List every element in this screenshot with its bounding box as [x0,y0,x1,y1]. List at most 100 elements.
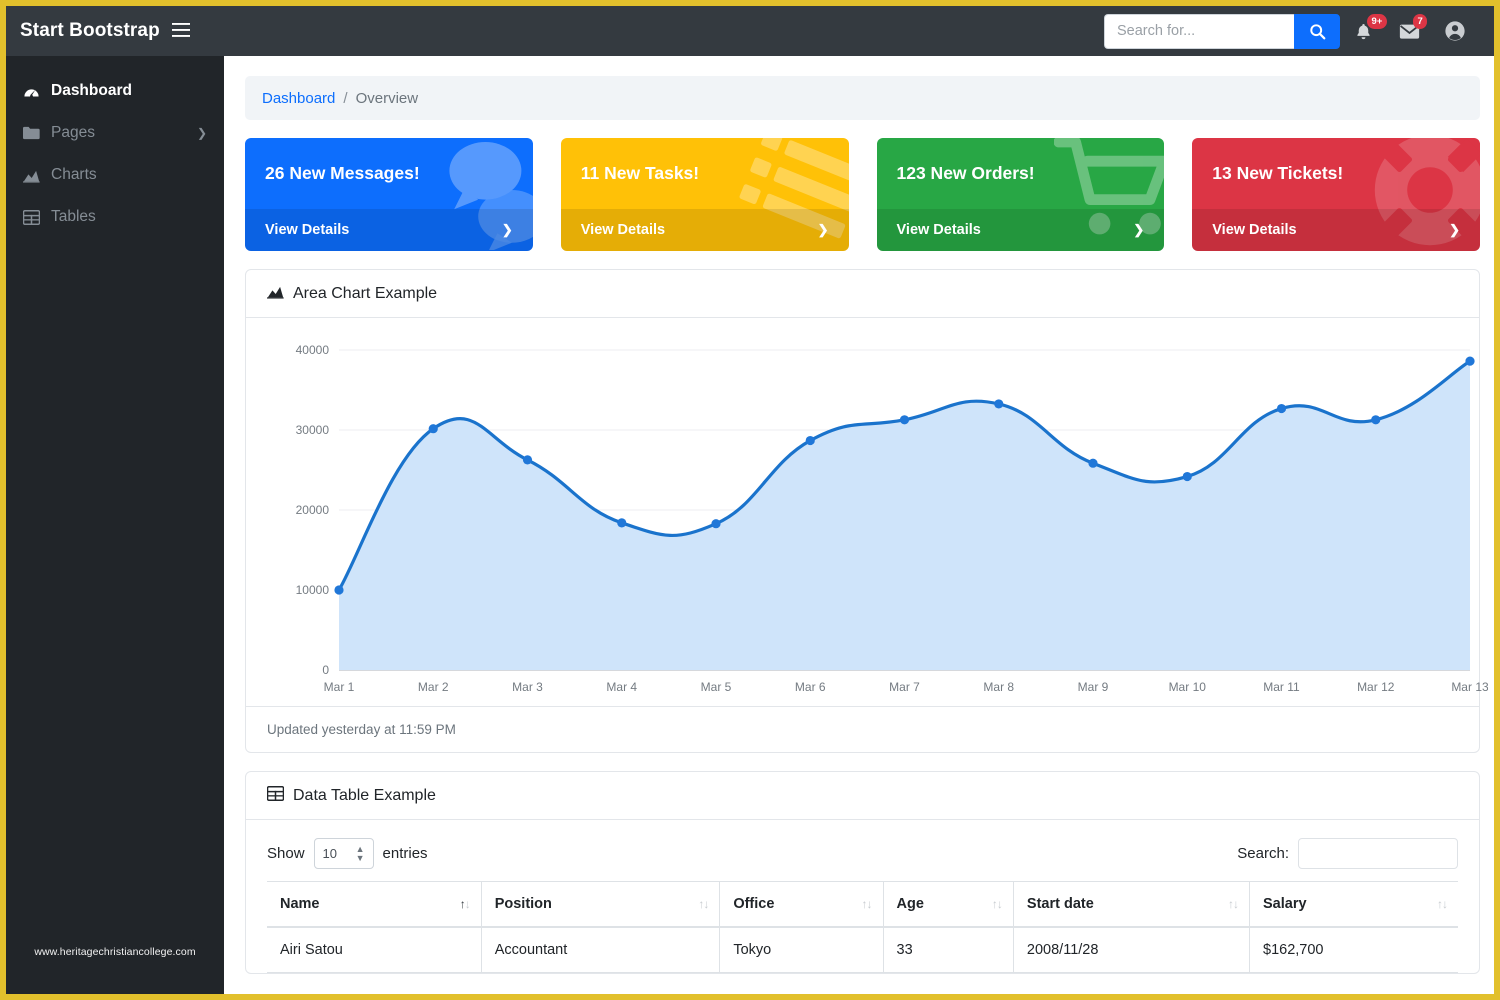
cell-name: Airi Satou [267,927,482,973]
entries-label: entries [382,845,428,862]
svg-text:Mar 7: Mar 7 [889,680,920,694]
stat-card-footer[interactable]: View Details ❯ [560,209,849,251]
sort-arrows-icon: ↑↓ [861,897,873,911]
column-header-office[interactable]: Office ↑↓ [719,881,884,928]
column-header-label: Position [494,896,552,912]
user-menu[interactable] [1432,6,1478,56]
chevron-right-icon: ❯ [1449,222,1460,237]
svg-text:Mar 3: Mar 3 [512,680,543,694]
chevron-right-icon: ❯ [196,126,207,140]
stat-card-orders[interactable]: 123 New Orders! View Details ❯ [876,138,1165,251]
cell-position: Accountant [480,927,720,973]
sidebar-item-pages[interactable]: Pages ❯ [6,112,224,154]
breadcrumb: Dashboard / Overview [245,76,1480,120]
svg-text:Mar 8: Mar 8 [983,680,1014,694]
navbar-right-group: 9+ 7 [1104,6,1494,56]
svg-text:Mar 10: Mar 10 [1169,680,1207,694]
sort-arrows-icon: ↑↓ [459,897,471,911]
sort-arrows-icon: ↑↓ [1228,897,1239,911]
view-details-label: View Details [896,222,981,238]
show-label: Show [267,845,305,862]
svg-text:20000: 20000 [296,503,330,517]
table-search-input[interactable] [1298,838,1458,869]
svg-text:10000: 10000 [296,583,330,597]
column-header-salary[interactable]: Salary ↑↓ [1249,881,1458,928]
table-header-row: Name ↑↓ Position ↑↓ Office ↑↓ Age ↑↓ Start date ↑… [267,881,1458,928]
column-header-position[interactable]: Position ↑↓ [480,881,720,928]
table-icon [22,209,40,225]
column-header-label: Office [733,896,775,912]
view-details-label: View Details [265,222,350,238]
entries-select[interactable]: 102550100 [313,838,374,869]
column-header-label: Name [280,896,320,912]
stat-card-title: 26 New Messages! [265,163,420,183]
column-header-name[interactable]: Name ↑↓ [267,881,482,928]
stat-card-tasks[interactable]: 11 New Tasks! View Details ❯ [560,138,849,251]
view-details-label: View Details [1212,222,1297,238]
cell-salary: $162,700 [1249,927,1458,973]
data-table-panel: Data Table Example Show 102550100 ▲▼ ent… [245,771,1480,974]
column-header-start-date[interactable]: Start date ↑↓ [1012,881,1250,928]
chevron-right-icon: ❯ [817,222,829,237]
svg-text:0: 0 [322,663,329,677]
show-entries-control: Show 102550100 ▲▼ entries [267,838,428,869]
view-details-label: View Details [580,222,666,238]
column-header-age[interactable]: Age ↑↓ [882,881,1014,928]
stat-card-title: 11 New Tasks! [580,163,700,183]
cell-start-date: 2008/11/28 [1012,927,1250,973]
breadcrumb-separator: / [343,89,348,107]
breadcrumb-link-dashboard[interactable]: Dashboard [262,90,335,107]
sidebar-item-dashboard[interactable]: Dashboard [6,70,224,112]
column-header-label: Age [896,896,924,912]
chevron-right-icon: ❯ [501,222,513,237]
table-row[interactable]: Airi Satou Accountant Tokyo 33 2008/11/28 $16… [267,927,1458,973]
svg-text:30000: 30000 [296,423,330,437]
app-window: Start Bootstrap Search for... 9+ 7 Dashb… [0,0,1500,1000]
alerts-badge: 9+ [1367,14,1387,29]
stat-card-footer[interactable]: View Details ❯ [876,209,1165,251]
alerts-menu[interactable]: 9+ [1340,6,1387,56]
sidebar-item-label: Charts [51,166,97,183]
svg-text:Mar 11: Mar 11 [1263,680,1300,694]
breadcrumb-current: Overview [355,89,419,107]
data-table-controls: Show 102550100 ▲▼ entries Search: [246,820,1479,881]
folder-icon [22,126,40,140]
area-chart-canvas[interactable]: 0 10000 20000 30000 40000 Mar 1 Mar 2 Mar 3 Mar … [246,318,1488,706]
stat-card-tickets[interactable]: 13 New Tickets! View Details ❯ [1192,138,1480,251]
area-chart-footer: Updated yesterday at 11:59 PM [246,706,1479,752]
search-input[interactable] [1104,13,1294,49]
column-header-label: Salary [1263,896,1307,912]
chevron-right-icon: ❯ [1133,222,1145,237]
sort-arrows-icon: ↑↓ [698,897,709,911]
stat-card-title: 13 New Tickets! [1212,163,1344,183]
data-table-title: Data Table Example [293,786,436,804]
cell-office: Tokyo [719,927,884,973]
sidebar-item-tables[interactable]: Tables [6,196,224,238]
data-table-head: Name ↑↓ Position ↑↓ Office ↑↓ Age ↑↓ Start date ↑… [267,881,1458,928]
stat-card-footer[interactable]: View Details ❯ [1192,209,1480,251]
area-chart-icon [267,284,284,304]
sidebar-item-charts[interactable]: Charts [6,154,224,196]
navbar-search-group [1104,13,1340,49]
cell-age: 33 [882,927,1014,973]
search-button[interactable] [1294,13,1340,49]
svg-text:Mar 4: Mar 4 [606,680,637,694]
table-icon [266,785,285,806]
stat-card-messages[interactable]: 26 New Messages! View Details ❯ [245,138,533,251]
stat-card-footer[interactable]: View Details ❯ [245,209,533,251]
messages-badge: 7 [1413,14,1428,29]
sidebar: Dashboard Pages ❯ Charts Tables www.heri… [6,56,224,994]
messages-menu[interactable]: 7 [1386,6,1432,56]
table-search-label: Search: [1237,845,1289,862]
user-circle-icon [1445,21,1465,41]
stat-cards-row: 26 New Messages! View Details ❯ 11 New T… [245,138,1480,251]
sidebar-item-label: Pages [51,124,95,141]
brand-title[interactable]: Start Bootstrap [20,20,160,42]
sidebar-watermark: www.heritagechristiancollege.com [34,946,196,958]
hamburger-icon[interactable] [171,22,190,40]
svg-text:40000: 40000 [296,343,330,357]
svg-text:Mar 6: Mar 6 [795,680,826,694]
area-chart-title: Area Chart Example [293,284,438,302]
data-table-panel-header: Data Table Example [246,772,1479,820]
sort-arrows-icon: ↑↓ [1437,897,1448,911]
